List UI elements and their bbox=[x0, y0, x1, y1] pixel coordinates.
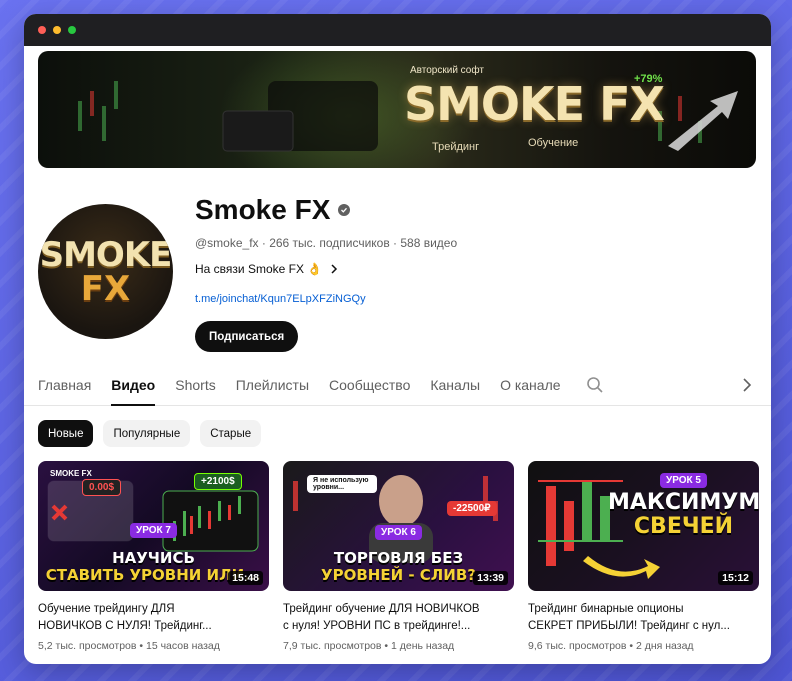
video-thumbnail[interactable]: SMOKE FX 0.00$ +2100$ УРОК 7 НАУЧИСЬ СТА… bbox=[38, 461, 269, 591]
verified-icon bbox=[338, 204, 351, 216]
browser-window: Авторский софт SMOKE FX Трейдинг Обучени… bbox=[24, 14, 771, 664]
tab-playlists[interactable]: Плейлисты bbox=[236, 364, 309, 406]
video-thumbnail[interactable]: Я не использую уровни... -22500₽ УРОК 6 … bbox=[283, 461, 514, 591]
video-title[interactable]: Обучение трейдингу ДЛЯ НОВИЧКОВ С НУЛЯ! … bbox=[38, 601, 269, 634]
video-duration: 13:39 bbox=[473, 571, 508, 585]
thumbnail-lesson-badge: УРОК 7 bbox=[130, 523, 177, 538]
chip-oldest[interactable]: Старые bbox=[200, 420, 262, 447]
video-title[interactable]: Трейдинг обучение ДЛЯ НОВИЧКОВ с нуля! У… bbox=[283, 601, 514, 634]
tab-videos[interactable]: Видео bbox=[111, 364, 155, 406]
tab-community[interactable]: Сообщество bbox=[329, 364, 410, 406]
tab-shorts[interactable]: Shorts bbox=[175, 364, 215, 406]
minimize-window-dot[interactable] bbox=[53, 26, 61, 34]
banner-caption-learning: Обучение bbox=[528, 137, 579, 149]
thumbnail-headline: МАКСИМУМЫ СВЕЧЕЙ bbox=[608, 490, 759, 540]
search-icon[interactable] bbox=[586, 376, 604, 394]
video-meta: 9,6 тыс. просмотров • 2 дня назад bbox=[528, 640, 694, 653]
chevron-right-icon bbox=[331, 264, 338, 274]
thumbnail-tag-loss: -22500₽ bbox=[447, 501, 497, 516]
channel-meta: @smoke_fx · 266 тыс. подписчиков · 588 в… bbox=[195, 236, 458, 250]
avatar-text-line2: FX bbox=[80, 268, 131, 309]
thumbnail-tag-profit: +2100$ bbox=[194, 473, 242, 490]
channel-description-text: На связи Smoke FX 👌 bbox=[195, 262, 323, 276]
channel-link[interactable]: t.me/joinchat/Kqun7ELpXFZiNGQy bbox=[195, 293, 366, 305]
video-duration: 15:48 bbox=[228, 571, 263, 585]
video-thumbnail[interactable]: УРОК 5 МАКСИМУМЫ СВЕЧЕЙ 15:12 bbox=[528, 461, 759, 591]
title-bar bbox=[24, 14, 771, 46]
thumbnail-lesson-badge: УРОК 6 bbox=[375, 525, 422, 540]
banner-caption-trading: Трейдинг bbox=[432, 141, 480, 153]
thumbnail-lesson-badge: УРОК 5 bbox=[660, 473, 707, 488]
channel-name-text: Smoke FX bbox=[195, 194, 331, 225]
chevron-right-icon[interactable] bbox=[740, 376, 754, 394]
video-duration: 15:12 bbox=[718, 571, 753, 585]
tab-home[interactable]: Главная bbox=[38, 364, 91, 406]
channel-avatar[interactable]: SMOKE FX bbox=[38, 204, 173, 339]
tab-channels[interactable]: Каналы bbox=[430, 364, 480, 406]
tab-about[interactable]: О канале bbox=[500, 364, 560, 406]
thumbnail-tag-loss: 0.00$ bbox=[82, 479, 122, 496]
banner-percent: +79% bbox=[634, 73, 663, 85]
chip-popular[interactable]: Популярные bbox=[103, 420, 191, 447]
video-meta: 7,9 тыс. просмотров • 1 день назад bbox=[283, 640, 455, 653]
channel-banner: Авторский софт SMOKE FX Трейдинг Обучени… bbox=[38, 51, 756, 168]
sort-chips: Новые Популярные Старые bbox=[38, 420, 262, 447]
channel-description[interactable]: На связи Smoke FX 👌 bbox=[195, 262, 340, 276]
video-title[interactable]: Трейдинг бинарные опционы СЕКРЕТ ПРИБЫЛИ… bbox=[528, 601, 759, 634]
channel-tabs: Главная Видео Shorts Плейлисты Сообществ… bbox=[24, 364, 771, 406]
avatar-text-line1: SMOKE bbox=[39, 234, 173, 275]
video-grid: SMOKE FX 0.00$ +2100$ УРОК 7 НАУЧИСЬ СТА… bbox=[38, 461, 759, 652]
channel-name: Smoke FX bbox=[195, 194, 351, 226]
close-window-dot[interactable] bbox=[38, 26, 46, 34]
banner-title: SMOKE FX bbox=[404, 77, 665, 131]
subscribe-button[interactable]: Подписаться bbox=[195, 321, 299, 352]
video-card[interactable]: УРОК 5 МАКСИМУМЫ СВЕЧЕЙ 15:12 Трейдинг б… bbox=[528, 461, 759, 652]
banner-subtitle: Авторский софт bbox=[410, 65, 484, 76]
video-meta: 5,2 тыс. просмотров • 15 часов назад bbox=[38, 640, 220, 653]
thumbnail-quote: Я не использую уровни... bbox=[307, 475, 377, 493]
video-card[interactable]: SMOKE FX 0.00$ +2100$ УРОК 7 НАУЧИСЬ СТА… bbox=[38, 461, 269, 652]
video-card[interactable]: Я не использую уровни... -22500₽ УРОК 6 … bbox=[283, 461, 514, 652]
chip-newest[interactable]: Новые bbox=[38, 420, 94, 447]
maximize-window-dot[interactable] bbox=[68, 26, 76, 34]
